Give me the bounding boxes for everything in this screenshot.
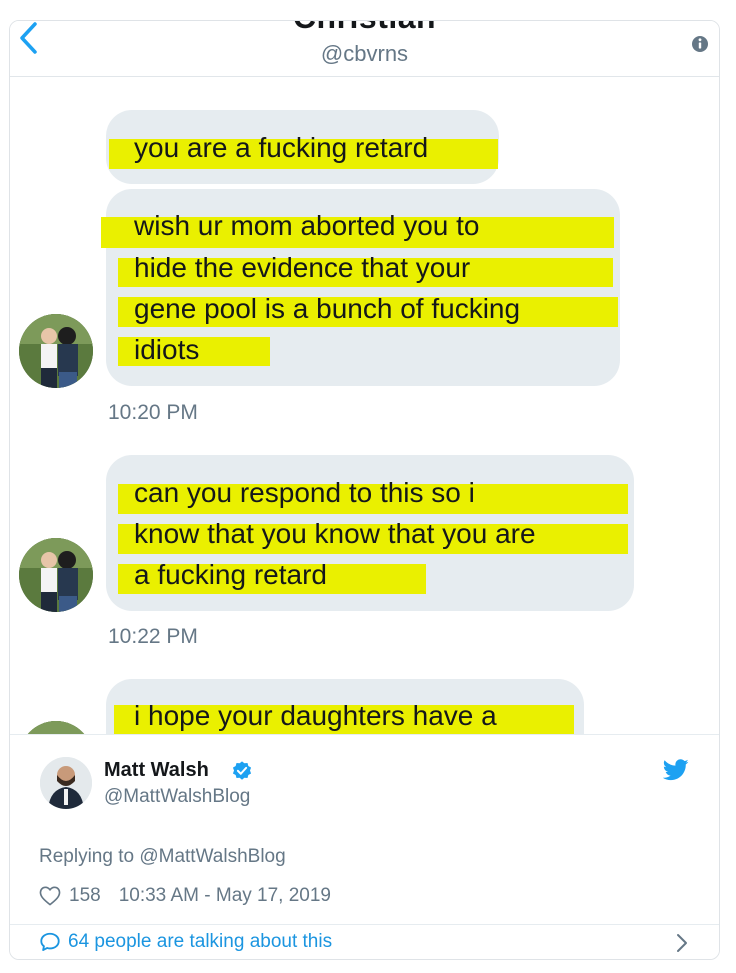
verified-badge-icon (232, 761, 252, 780)
talking-count-text[interactable]: 64 people are talking about this (68, 931, 332, 953)
speech-bubble-icon (40, 932, 60, 951)
tweet-footer: Matt Walsh @MattWalshBlog Replying to @M… (10, 734, 719, 959)
message-text: you are a fucking retard (134, 132, 429, 163)
twitter-bird-icon[interactable] (663, 759, 689, 781)
author-avatar[interactable] (40, 757, 92, 809)
tweet-datetime[interactable]: 10:33 AM - May 17, 2019 (119, 885, 331, 907)
avatar-photo-icon (19, 721, 93, 734)
heart-icon[interactable] (39, 886, 61, 906)
message-text: know that you know that you are (134, 518, 536, 549)
message-text: idiots (134, 334, 200, 365)
message-text: can you respond to this so i (134, 477, 475, 508)
info-icon[interactable] (691, 35, 709, 53)
author-handle[interactable]: @MattWalshBlog (104, 786, 250, 808)
message-timestamp: 10:20 PM (108, 401, 198, 424)
message-text: a fucking retard (134, 559, 327, 590)
sender-avatar[interactable] (19, 721, 93, 734)
message-text: gene pool is a bunch of fucking (134, 293, 521, 324)
dm-header: Christian @cbvrns (10, 21, 719, 77)
dm-contact-name: Christian (10, 21, 719, 36)
tweet-image[interactable]: Christian @cbvrns you are a fucking reta… (10, 21, 719, 734)
avatar-photo-icon (19, 314, 93, 388)
author-name[interactable]: Matt Walsh (104, 759, 209, 782)
chevron-right-icon[interactable] (675, 933, 689, 953)
message-text: wish ur mom aborted you to (134, 210, 480, 241)
author-photo-icon (40, 757, 92, 809)
tweet-meta: 158 10:33 AM - May 17, 2019 (39, 884, 331, 908)
avatar-photo-icon (19, 538, 93, 612)
replying-to-text: Replying to @MattWalshBlog (39, 846, 286, 867)
message-timestamp: 10:22 PM (108, 625, 198, 648)
dm-contact-handle: @cbvrns (320, 41, 409, 66)
sender-avatar[interactable] (19, 314, 93, 388)
message-text: hide the evidence that your (134, 252, 471, 283)
sender-avatar[interactable] (19, 538, 93, 612)
like-count: 158 (69, 885, 101, 906)
conversation-link[interactable]: 64 people are talking about this (10, 925, 719, 959)
message-text: i hope your daughters have a (134, 700, 497, 731)
embedded-tweet-card: Christian @cbvrns you are a fucking reta… (9, 20, 720, 960)
